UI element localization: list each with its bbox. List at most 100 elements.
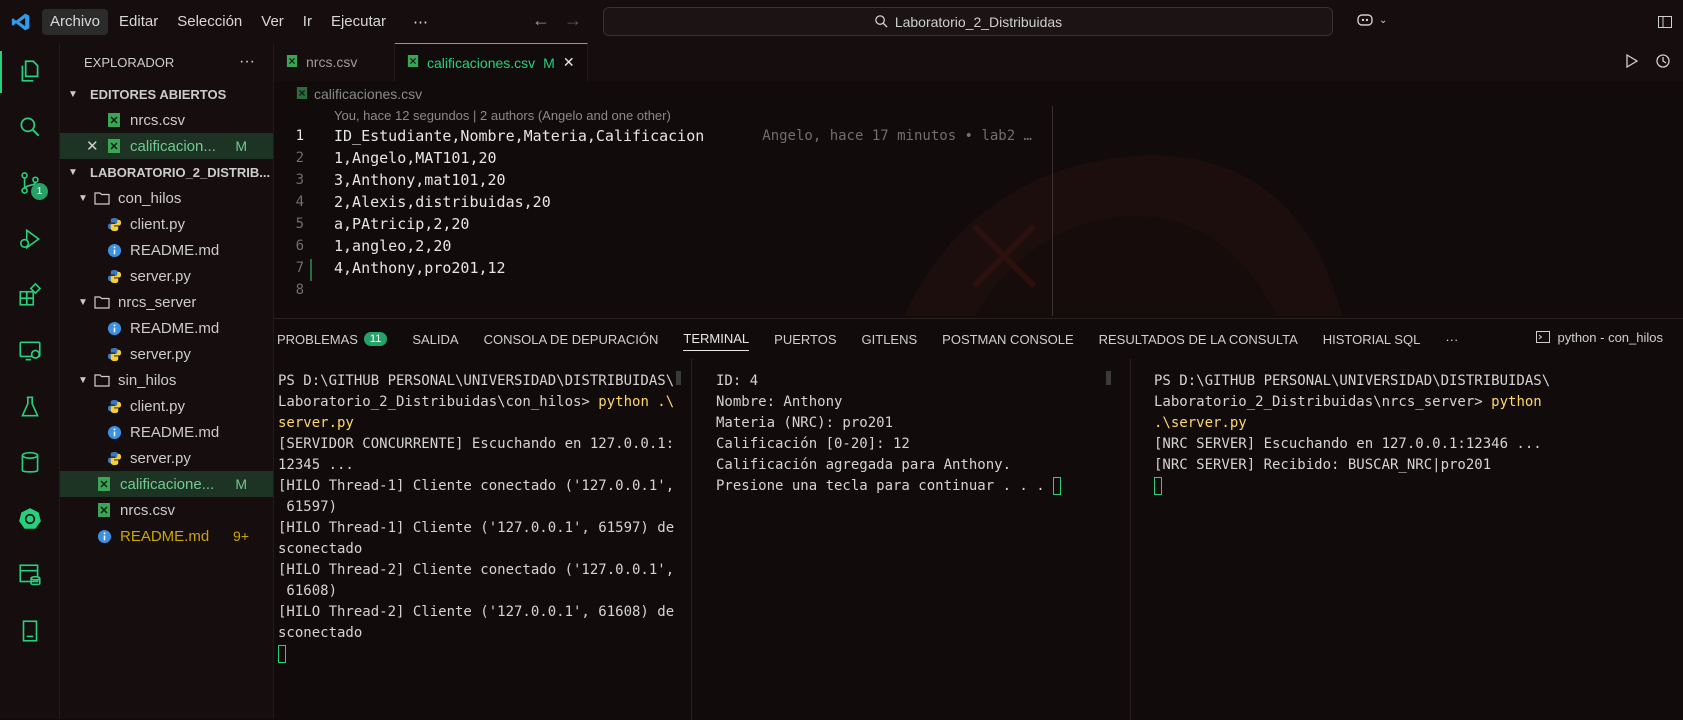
terminal-con-hilos[interactable]: PS D:\GITHUB PERSONAL\UNIVERSIDAD\DISTRI…: [278, 371, 674, 665]
tab-calificaciones-csv[interactable]: calificaciones.csv M ✕: [395, 43, 588, 81]
tab-terminal[interactable]: TERMINAL: [683, 327, 750, 351]
terminal-scrollbar[interactable]: [676, 371, 681, 385]
tree-folder[interactable]: ▼ con_hilos: [60, 185, 273, 211]
menu-archivo[interactable]: Archivo: [42, 8, 109, 35]
history-icon[interactable]: [1655, 53, 1671, 69]
menu-ir[interactable]: Ir: [295, 9, 320, 35]
line-text: 2,Alexis,distribuidas,20: [334, 193, 551, 211]
menu-seleccion[interactable]: Selección: [169, 9, 250, 35]
tab-debug-console[interactable]: CONSOLA DE DEPURACIÓN: [484, 319, 673, 359]
code-line[interactable]: 3 3,Anthony,mat101,20: [274, 169, 506, 191]
tree-file[interactable]: nrcs.csv: [60, 497, 273, 523]
kubernetes-icon[interactable]: [0, 491, 60, 547]
git-gutter-modified: [310, 259, 312, 281]
close-icon[interactable]: ✕: [563, 54, 575, 71]
tree-item-name: sin_hilos: [118, 371, 177, 389]
source-control-icon[interactable]: 1: [0, 155, 60, 211]
git-codelens[interactable]: You, hace 12 segundos | 2 authors (Angel…: [334, 108, 671, 123]
tree-file[interactable]: server.py: [60, 341, 273, 367]
explorer-icon[interactable]: [0, 43, 60, 99]
background-art-image: [904, 155, 1342, 316]
scm-badge: 1: [31, 183, 48, 200]
tree-file[interactable]: client.py: [60, 211, 273, 237]
tree-file[interactable]: calificacione... M: [60, 471, 273, 497]
layout-toggle-icon[interactable]: [1657, 14, 1673, 30]
tree-item-name: README.md: [120, 527, 210, 545]
tree-folder[interactable]: ▼ sin_hilos: [60, 367, 273, 393]
bottom-panel: PROBLEMAS 11 SALIDA CONSOLA DE DEPURACIÓN…: [274, 318, 1683, 720]
nav-arrows: ← →: [532, 10, 582, 31]
back-arrow-icon[interactable]: ←: [532, 10, 550, 31]
tree-file[interactable]: README.md: [60, 315, 273, 341]
code-line[interactable]: 2 1,Angelo,MAT101,20: [274, 147, 497, 169]
tree-file[interactable]: server.py: [60, 263, 273, 289]
terminal-client[interactable]: ID: 4 Nombre: Anthony Materia (NRC): pro…: [716, 371, 1062, 497]
tree-file[interactable]: server.py: [60, 445, 273, 471]
remote-explorer-icon[interactable]: [0, 323, 60, 379]
terminal-scrollbar[interactable]: [1106, 371, 1111, 385]
copilot-icon: [1357, 14, 1373, 26]
bookmark-icon[interactable]: [0, 603, 60, 659]
tab-query-results[interactable]: RESULTADOS DE LA CONSULTA: [1099, 319, 1312, 359]
code-line[interactable]: 4 2,Alexis,distribuidas,20: [274, 191, 551, 213]
terminal-nrcs-server[interactable]: PS D:\GITHUB PERSONAL\UNIVERSIDAD\DISTRI…: [1154, 371, 1550, 497]
layout-controls: [1657, 0, 1683, 43]
active-terminal-label: python - con_hilos: [1557, 329, 1663, 345]
tab-sql-history[interactable]: HISTORIAL SQL: [1323, 319, 1435, 359]
extensions-icon[interactable]: [0, 267, 60, 323]
open-editor-item[interactable]: nrcs.csv: [60, 107, 273, 133]
modified-badge: M: [235, 138, 247, 154]
tree-folder[interactable]: ▼ nrcs_server: [60, 289, 273, 315]
folder-icon: [94, 294, 110, 310]
tab-postman-console[interactable]: POSTMAN CONSOLE: [942, 319, 1087, 359]
more-actions-icon[interactable]: ···: [239, 53, 255, 71]
tree-item-name: server.py: [130, 267, 191, 285]
terminal-split-divider[interactable]: [691, 359, 692, 720]
terminal-command: python .\: [598, 394, 675, 410]
forward-arrow-icon[interactable]: →: [564, 10, 582, 31]
close-icon[interactable]: ✕: [86, 137, 100, 155]
panel-more-icon[interactable]: ···: [1445, 319, 1472, 359]
line-number: 6: [295, 238, 304, 254]
line-text: 1,Angelo,MAT101,20: [334, 149, 497, 167]
database-icon[interactable]: [0, 435, 60, 491]
testing-flask-icon[interactable]: [0, 379, 60, 435]
tab-nrcs-csv[interactable]: nrcs.csv: [274, 43, 395, 81]
terminal-split-divider[interactable]: [1130, 359, 1131, 720]
project-section[interactable]: ▼ LABORATORIO_2_DISTRIB...: [60, 159, 273, 185]
menu-ver[interactable]: Ver: [253, 9, 292, 35]
breadcrumb[interactable]: calificaciones.csv: [274, 82, 422, 106]
modified-badge: M: [543, 54, 555, 71]
code-line[interactable]: 1 ID_Estudiante,Nombre,Materia,Calificaci…: [274, 125, 1032, 147]
menu-more[interactable]: ⋯: [405, 9, 436, 35]
csv-file-icon: [296, 86, 308, 103]
tab-ports[interactable]: PUERTOS: [774, 319, 850, 359]
run-icon[interactable]: [1625, 53, 1639, 69]
tree-file[interactable]: README.md: [60, 419, 273, 445]
breadcrumb-file: calificaciones.csv: [314, 86, 423, 102]
copilot-button[interactable]: ⌄: [1355, 11, 1387, 29]
code-line[interactable]: 6 1,angleo,2,20: [274, 235, 452, 257]
code-line[interactable]: 8: [274, 279, 334, 301]
tree-item-name: nrcs.csv: [120, 501, 176, 519]
code-line[interactable]: 5 a,PAtricip,2,20: [274, 213, 470, 235]
tree-file[interactable]: README.md 9+: [60, 523, 273, 549]
command-center-search[interactable]: Laboratorio_2_Distribuidas: [603, 7, 1333, 36]
open-editor-item-active[interactable]: ✕ calificacion... M: [60, 133, 273, 159]
menu-editar[interactable]: Editar: [111, 9, 166, 35]
tab-gitlens[interactable]: GITLENS: [862, 319, 932, 359]
tree-file[interactable]: README.md: [60, 237, 273, 263]
activity-bar: 1: [0, 43, 60, 719]
active-terminal-selector[interactable]: python - con_hilos: [1535, 329, 1663, 345]
code-editor[interactable]: You, hace 12 segundos | 2 authors (Angel…: [274, 106, 1683, 316]
tab-problems[interactable]: PROBLEMAS 11: [277, 319, 401, 359]
csv-file-icon: [106, 112, 122, 128]
tab-output[interactable]: SALIDA: [412, 319, 472, 359]
menu-ejecutar[interactable]: Ejecutar: [323, 9, 394, 35]
tree-file[interactable]: client.py: [60, 393, 273, 419]
code-line[interactable]: 7 4,Anthony,pro201,12: [274, 257, 506, 279]
search-icon[interactable]: [0, 99, 60, 155]
open-editors-section[interactable]: ▼ EDITORES ABIERTOS: [60, 81, 273, 107]
run-debug-icon[interactable]: [0, 211, 60, 267]
sql-connections-icon[interactable]: [0, 547, 60, 603]
